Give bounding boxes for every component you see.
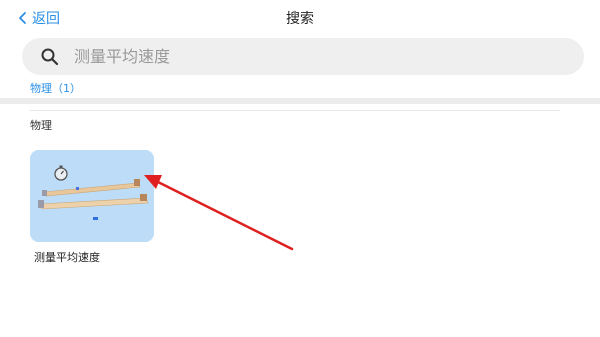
section-separator	[0, 98, 600, 104]
top-bar: 返回 搜索	[0, 0, 600, 36]
search-input[interactable]	[72, 46, 556, 67]
page-title: 搜索	[286, 11, 314, 27]
divider	[30, 110, 560, 111]
search-bar[interactable]	[22, 38, 584, 75]
result-card[interactable]: 测量平均速度	[30, 150, 154, 265]
section-title: 物理	[30, 119, 52, 132]
filter-tab-physics[interactable]: 物理（1）	[30, 80, 81, 96]
result-thumbnail	[30, 150, 154, 242]
search-icon	[41, 48, 59, 65]
result-card-label: 测量平均速度	[34, 251, 100, 264]
